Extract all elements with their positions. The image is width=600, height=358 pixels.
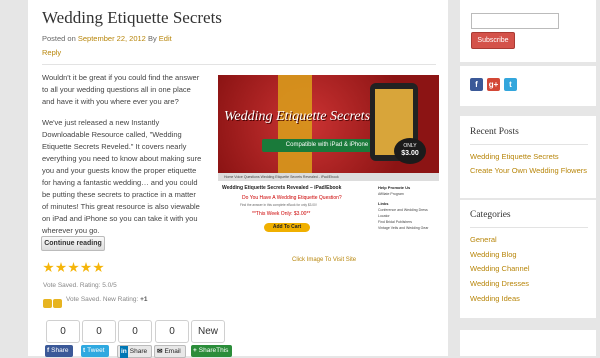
vote2-prefix: Vote Saved. [66,296,102,303]
recent-posts-widget: Recent Posts Wedding Etiquette Secrets C… [460,116,596,198]
email-icon: ✉ [157,348,163,355]
ad-price-line1: ONLY [403,143,417,149]
ad-week-offer: **This Week Only: $3.00** [252,211,311,217]
twitter-icon[interactable]: t [504,78,517,91]
category-link[interactable]: Wedding Ideas [470,294,520,303]
recent-post-link[interactable]: Create Your Own Wedding Flowers [470,166,587,175]
linkedin-share-button[interactable]: in Share [117,345,153,358]
star-icon[interactable] [68,262,79,273]
facebook-icon[interactable]: f [470,78,483,91]
sharethis-button[interactable]: + ShareThis [191,345,233,357]
ad-price-badge: ONLY $3.00 [394,138,426,164]
ad-side-link: Vintage Veils and Wedding Gear [378,226,429,230]
linkedin-icon: in [120,346,128,358]
recent-posts-title: Recent Posts [470,127,519,137]
edit-link[interactable]: Edit [159,34,172,43]
ad-body: Wedding Etiquette Secrets Revealed – iPa… [218,181,439,244]
meta-by: By [147,34,157,43]
post-date-link[interactable]: September 22, 2012 [78,34,146,43]
share-count-linkedin: 0 [118,320,152,343]
continue-reading-button[interactable]: Continue reading [41,236,105,251]
category-link[interactable]: Wedding Blog [470,250,517,259]
categories-title: Categories [470,210,511,220]
divider [470,227,588,228]
thumbs-up-icon[interactable] [43,299,52,308]
subscribe-button[interactable]: Subscribe [471,32,515,49]
newsletter-widget: Subscribe [460,0,596,62]
social-widget: f g+ t [460,66,596,106]
thumb-votes[interactable] [43,295,63,313]
share-count-email: 0 [155,320,189,343]
vote2-label: New Rating: [102,296,139,303]
post-title[interactable]: Wedding Etiquette Secrets [42,8,222,28]
ad-price-line2: $3.00 [401,150,419,157]
sharethis-icon: + [193,347,197,354]
post-paragraph-1: Wouldn't it be great if you could find t… [42,73,200,106]
twitter-icon: t [83,347,86,354]
main-content: Wedding Etiquette Secrets Posted on Sept… [28,0,448,358]
facebook-share-button[interactable]: f Share [45,345,73,357]
categories-widget: Categories General Wedding Blog Wedding … [460,200,596,318]
share-count-facebook: 0 [46,320,80,343]
reply-link[interactable]: Reply [42,48,61,57]
ad-question: Do You Have A Wedding Etiquette Question… [242,195,342,201]
add-to-cart-button: Add To Cart [264,223,310,232]
meta-prefix: Posted on [42,34,76,43]
ad-nav-bar: Home Voice Questions Wedding Etiquette S… [218,173,439,181]
tweet-button[interactable]: t Tweet [81,345,109,357]
sidebar: Subscribe f g+ t Recent Posts Wedding Et… [457,0,600,356]
rating-status: Vote Saved. Rating: 5.0/5 [43,282,117,289]
ad-side-link: Conference and Wedding Dress Locator [378,208,428,218]
star-icon[interactable] [55,262,67,273]
post-meta: Posted on September 22, 2012 By Edit [42,34,172,43]
ad-banner-title: Wedding Etiquette Secrets [224,109,370,124]
ad-small-text: Find the answer in this complete eBook f… [240,203,317,207]
divider [42,64,436,65]
thumbs-down-icon[interactable] [53,299,62,308]
ad-side-title-1: Help Promote Us [378,185,411,190]
category-link[interactable]: General [470,235,497,244]
google-plus-icon[interactable]: g+ [487,78,500,91]
ad-side-text-1: Affiliate Program [378,192,404,196]
ad-heading: Wedding Etiquette Secrets Revealed – iPa… [222,185,342,191]
facebook-icon: f [47,347,50,354]
category-link[interactable]: Wedding Channel [470,264,530,273]
bottom-widget [460,330,596,356]
ad-side-title-2: Links [378,201,389,206]
divider [470,144,588,145]
star-icon[interactable] [93,262,104,273]
post-paragraph-2: We've just released a new Instantly Down… [42,118,202,235]
share-count-twitter: 0 [82,320,116,343]
share-count-sharethis: New [191,320,225,343]
star-rating[interactable] [43,260,106,278]
email-field[interactable] [471,13,559,29]
ad-image[interactable]: Wedding Etiquette Secrets Compatible wit… [218,75,439,244]
star-icon[interactable] [43,262,54,273]
category-link[interactable]: Wedding Dresses [470,279,529,288]
recent-post-link[interactable]: Wedding Etiquette Secrets [470,152,559,161]
ad-side-link: Find Bridal Publishers [378,220,413,224]
ad-banner: Wedding Etiquette Secrets Compatible wit… [218,75,439,173]
ad-sidebar: Help Promote Us Affiliate Program Links … [378,185,436,231]
star-icon[interactable] [80,262,92,273]
vote2-value: +1 [140,296,148,303]
email-share-button[interactable]: ✉ Email [154,345,186,358]
ad-caption-link[interactable]: Click Image To Visit Site [292,257,356,263]
thumb-vote-status: Vote Saved. New Rating: +1 [66,296,148,303]
